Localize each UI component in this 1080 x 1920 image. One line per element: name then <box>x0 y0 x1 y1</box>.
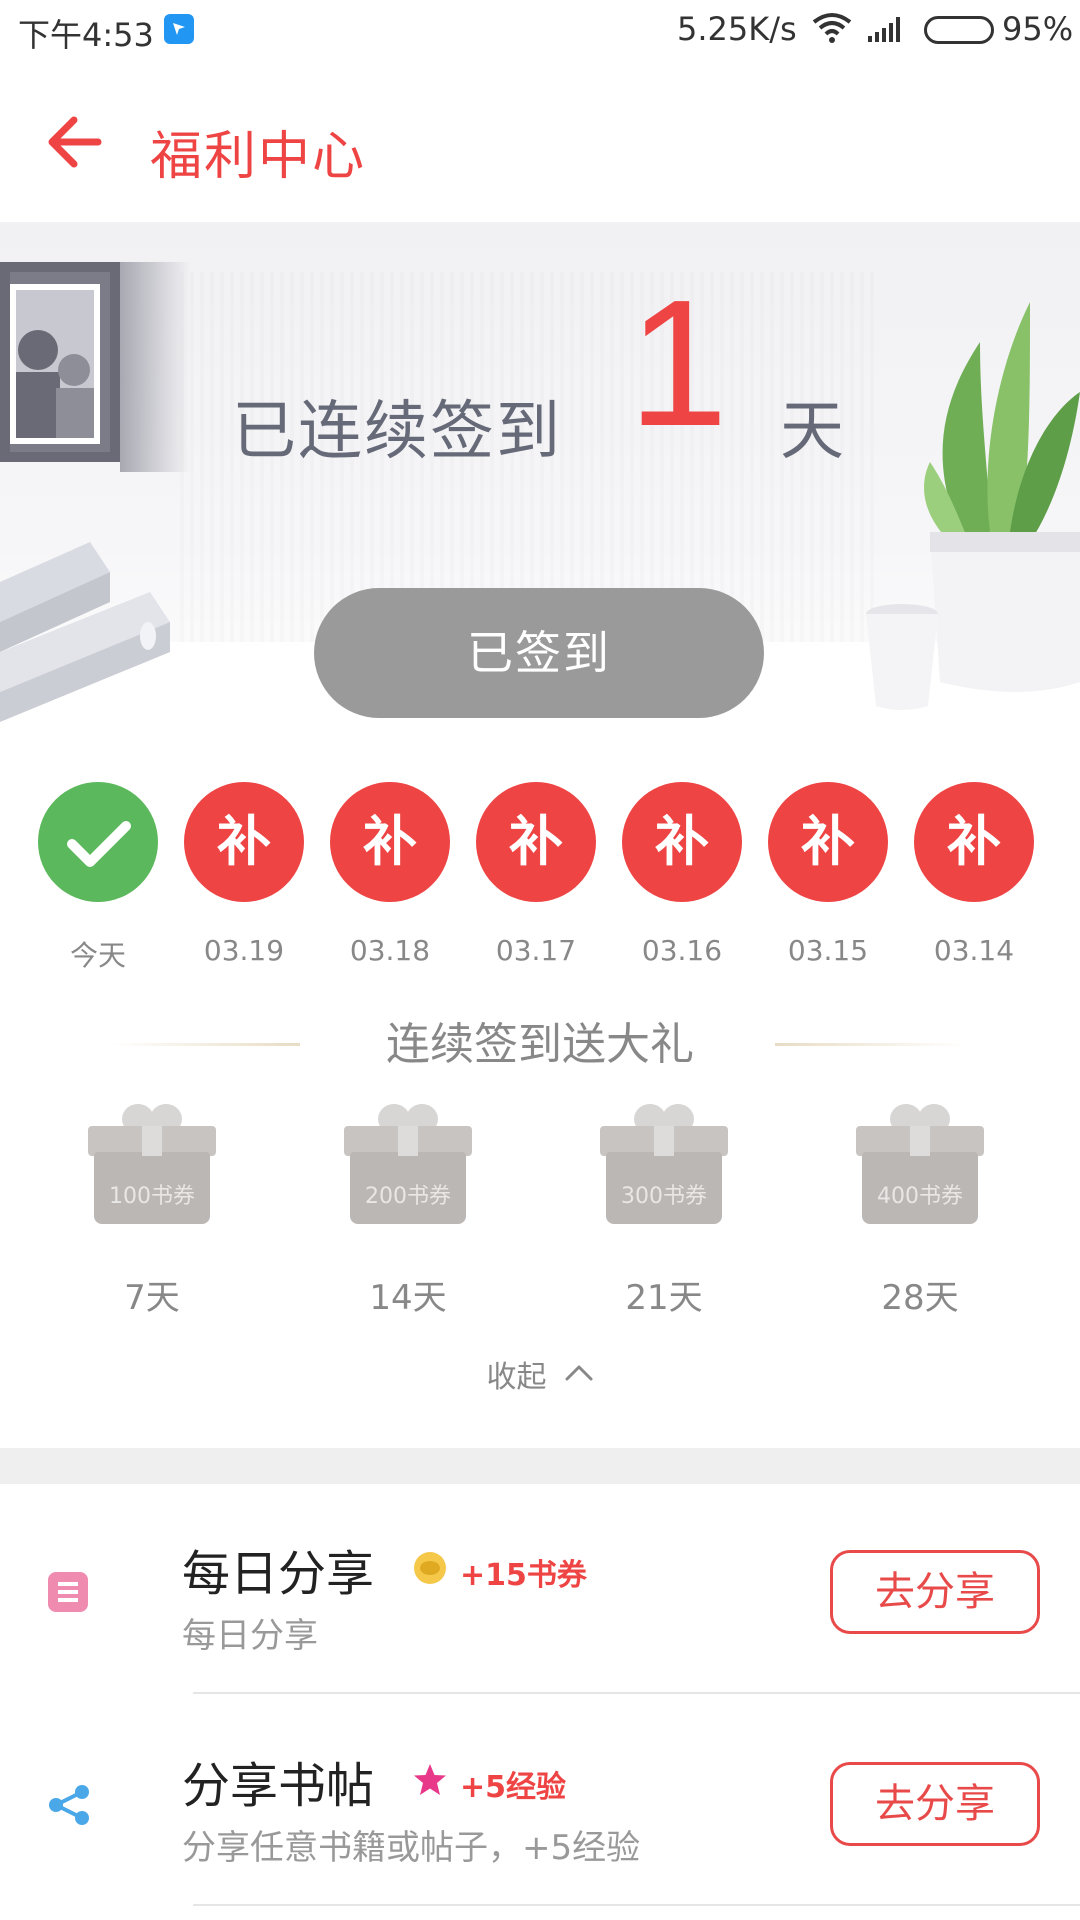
gift-section-header: 连续签到送大礼 <box>0 1008 1080 1078</box>
task-name: 每日分享 <box>182 1546 375 1602</box>
gift-section-title: 连续签到送大礼 <box>386 1019 694 1070</box>
day-label: 03.15 <box>787 934 869 967</box>
day-item-makeup[interactable]: 补 03.18 <box>330 782 450 972</box>
day-item-makeup[interactable]: 补 03.15 <box>768 782 888 972</box>
day-item-today[interactable]: 今天 <box>38 782 158 972</box>
gift-reward-item[interactable]: 400书券 28天 <box>850 1104 990 1324</box>
go-share-button[interactable]: 去分享 <box>830 1550 1040 1634</box>
share-icon <box>46 1782 92 1832</box>
battery-percent: 95% <box>1002 10 1074 48</box>
task-description: 分享任意书籍或帖子，+5经验 <box>182 1828 641 1868</box>
gift-days: 7天 <box>124 1278 180 1318</box>
checkmark-icon <box>38 782 158 902</box>
makeup-signin-badge: 补 <box>768 782 888 902</box>
signin-days-row: 今天 补 03.19 补 03.18 补 03.17 补 03.16 补 03.… <box>0 782 1080 972</box>
gift-reward-item[interactable]: 300书券 21天 <box>594 1104 734 1324</box>
day-label: 03.19 <box>203 934 285 967</box>
signed-in-button[interactable]: 已签到 <box>314 588 764 718</box>
day-label: 03.14 <box>933 934 1015 967</box>
makeup-signin-badge: 补 <box>184 782 304 902</box>
cup-illustration <box>862 602 942 716</box>
streak-days-count: 1 <box>628 263 729 464</box>
gift-box-icon: 400书券 <box>856 1104 984 1224</box>
makeup-signin-badge: 补 <box>476 782 596 902</box>
section-divider <box>0 1448 1080 1484</box>
task-name: 分享书帖 <box>182 1758 375 1814</box>
day-label: 今天 <box>69 939 126 972</box>
status-bar: 下午4:53 5.25K/s 95% <box>0 0 1080 62</box>
signal-icon <box>866 14 906 48</box>
arrow-left-icon[interactable] <box>46 114 102 174</box>
gift-days: 28天 <box>881 1278 959 1318</box>
gift-amount: 200书券 <box>365 1184 451 1209</box>
app-bar: 福利中心 <box>0 62 1080 222</box>
plant-illustration <box>920 282 1080 706</box>
day-label: 03.17 <box>495 934 577 967</box>
makeup-signin-badge: 补 <box>622 782 742 902</box>
task-description: 每日分享 <box>182 1616 318 1656</box>
go-share-button[interactable]: 去分享 <box>830 1762 1040 1846</box>
chevron-up-icon <box>564 1362 594 1386</box>
day-item-makeup[interactable]: 补 03.14 <box>914 782 1034 972</box>
gift-box-icon: 300书券 <box>600 1104 728 1224</box>
day-item-makeup[interactable]: 补 03.19 <box>184 782 304 972</box>
books-illustration <box>0 532 180 736</box>
network-speed: 5.25K/s <box>677 10 797 48</box>
day-item-makeup[interactable]: 补 03.17 <box>476 782 596 972</box>
divider <box>775 1043 965 1046</box>
task-row-share-post: 分享书帖 +5经验 分享任意书籍或帖子，+5经验 去分享 <box>0 1696 1080 1906</box>
gift-amount: 300书券 <box>621 1184 707 1209</box>
divider <box>110 1043 300 1046</box>
gift-amount: 400书券 <box>877 1184 963 1209</box>
gift-rewards-row: 100书券 7天 200书券 14天 300书券 21天 400书券 28天 <box>0 1104 1080 1324</box>
makeup-signin-badge: 补 <box>914 782 1034 902</box>
task-reward: +5经验 <box>460 1770 567 1805</box>
gift-reward-item[interactable]: 100书券 7天 <box>82 1104 222 1324</box>
streak-label: 已连续签到 <box>232 395 562 469</box>
day-label: 03.16 <box>641 934 723 967</box>
task-reward: +15书券 <box>460 1558 587 1593</box>
gift-days: 14天 <box>369 1278 447 1318</box>
coin-icon <box>412 1550 448 1590</box>
collapse-label: 收起 <box>486 1360 547 1395</box>
collapse-toggle[interactable]: 收起 <box>0 1352 1080 1412</box>
daily-share-icon <box>46 1570 90 1618</box>
gift-amount: 100书券 <box>109 1184 195 1209</box>
streak-unit: 天 <box>780 395 844 469</box>
gift-days: 21天 <box>625 1278 703 1318</box>
status-time: 下午4:53 <box>18 16 154 54</box>
app-notification-icon <box>164 14 194 44</box>
makeup-signin-badge: 补 <box>330 782 450 902</box>
star-icon <box>412 1762 448 1802</box>
frame-shadow <box>120 262 190 472</box>
gift-box-icon: 200书券 <box>344 1104 472 1224</box>
gift-reward-item[interactable]: 200书券 14天 <box>338 1104 478 1324</box>
picture-frame-illustration <box>0 262 120 462</box>
day-label: 03.18 <box>349 934 431 967</box>
day-item-makeup[interactable]: 补 03.16 <box>622 782 742 972</box>
divider <box>193 1692 1080 1694</box>
task-row-daily-share: 每日分享 +15书券 每日分享 去分享 <box>0 1484 1080 1694</box>
page-title: 福利中心 <box>150 127 367 187</box>
gift-box-icon: 100书券 <box>88 1104 216 1224</box>
battery-icon <box>924 16 994 44</box>
divider <box>193 1904 1080 1906</box>
wifi-icon <box>812 12 852 48</box>
